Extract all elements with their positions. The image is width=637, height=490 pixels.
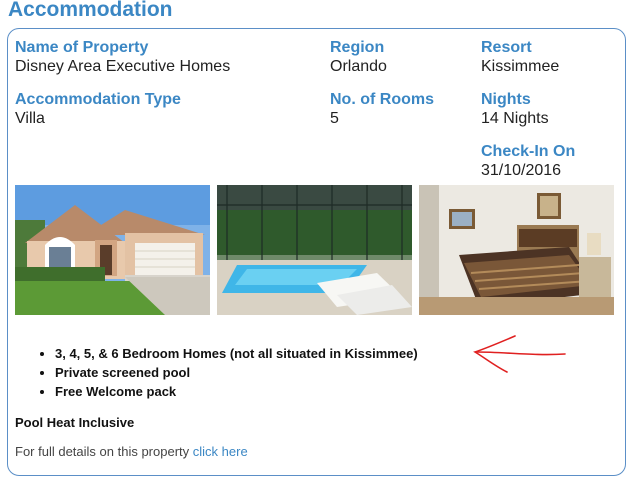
feature-item-welcome-pack: Free Welcome pack <box>55 382 418 401</box>
pool-heat-note: Pool Heat Inclusive <box>15 415 135 430</box>
feature-item-pool: Private screened pool <box>55 363 418 382</box>
rooms-label: No. of Rooms <box>330 91 434 108</box>
property-name-value: Disney Area Executive Homes <box>15 58 231 75</box>
accommodation-type-field: Accommodation Type Villa <box>15 90 181 128</box>
nights-value: 14 Nights <box>481 110 549 127</box>
click-here-link[interactable]: click here <box>193 444 248 459</box>
nights-label: Nights <box>481 91 531 108</box>
full-details-text: For full details on this property <box>15 444 190 459</box>
feature-list: 3, 4, 5, & 6 Bedroom Homes (not all situ… <box>15 344 418 401</box>
bedroom-photo[interactable] <box>419 185 614 315</box>
resort-field: Resort Kissimmee <box>481 38 559 76</box>
nights-field: Nights 14 Nights <box>481 90 549 128</box>
region-label: Region <box>330 39 385 56</box>
accommodation-type-value: Villa <box>15 110 45 127</box>
accommodation-type-label: Accommodation Type <box>15 91 181 108</box>
property-name-label: Name of Property <box>15 39 149 56</box>
property-name-field: Name of Property Disney Area Executive H… <box>15 38 230 76</box>
screened-pool-photo[interactable] <box>217 185 412 315</box>
rooms-value: 5 <box>330 110 339 127</box>
check-in-label: Check-In On <box>481 143 576 160</box>
annotation-arrow-icon <box>473 335 566 373</box>
feature-item-bedrooms: 3, 4, 5, & 6 Bedroom Homes (not all situ… <box>55 344 418 363</box>
rooms-field: No. of Rooms 5 <box>330 90 434 128</box>
check-in-value: 31/10/2016 <box>481 162 562 179</box>
house-exterior-photo[interactable] <box>15 185 210 315</box>
region-value: Orlando <box>330 58 387 75</box>
check-in-field: Check-In On 31/10/2016 <box>481 142 575 180</box>
full-details-line: For full details on this property click … <box>15 444 248 459</box>
region-field: Region Orlando <box>330 38 387 76</box>
section-title: Accommodation <box>8 0 173 21</box>
resort-label: Resort <box>481 39 532 56</box>
resort-value: Kissimmee <box>481 58 560 75</box>
